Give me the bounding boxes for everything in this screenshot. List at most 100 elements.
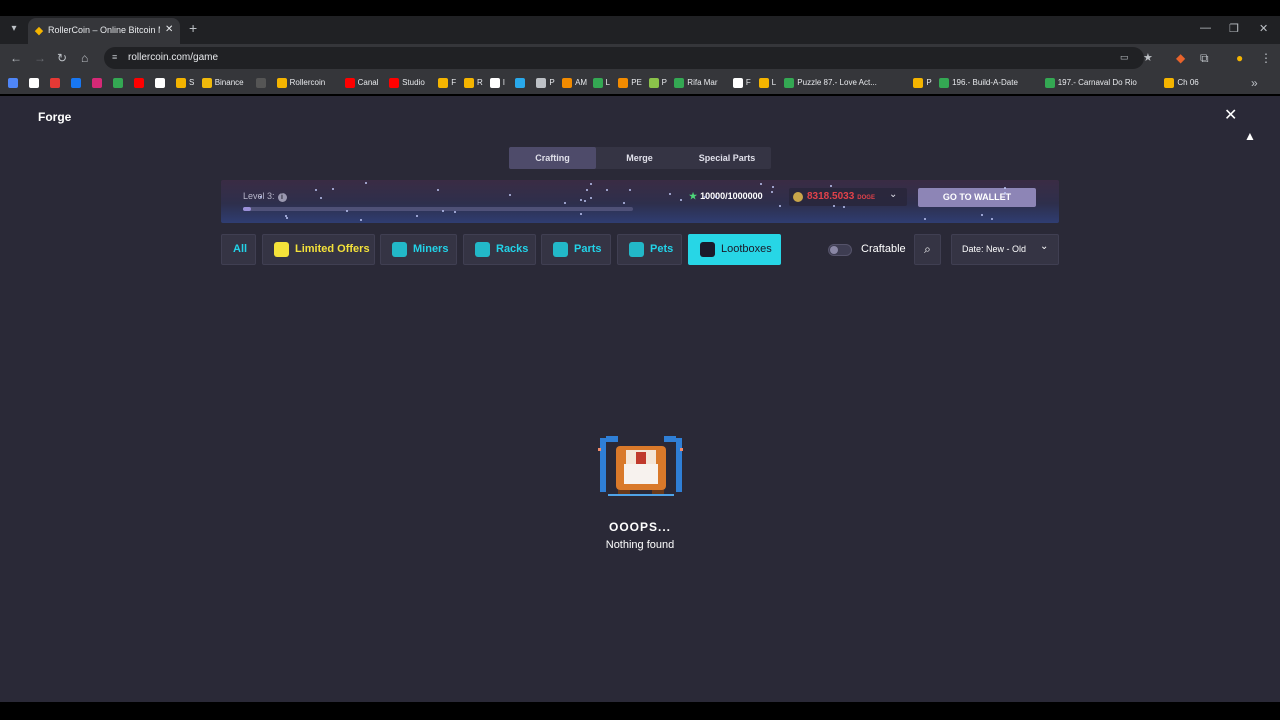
balance-selector[interactable]: 8318.5033 DOGE ⌄ xyxy=(789,188,907,206)
bookmark-favicon-icon xyxy=(1164,77,1175,88)
bookmark-item[interactable]: F xyxy=(438,76,456,90)
bookmark-item[interactable] xyxy=(8,76,21,90)
chevron-down-icon[interactable]: ⌄ xyxy=(1040,241,1048,252)
filter-all-label: All xyxy=(233,243,248,255)
home-icon[interactable]: ⌂ xyxy=(81,51,88,65)
bookmark-item[interactable]: R xyxy=(464,76,483,90)
extensions-icon[interactable]: ⧉ xyxy=(1200,51,1209,65)
bookmark-item[interactable]: P xyxy=(648,76,667,90)
install-app-icon[interactable]: ▭ xyxy=(1120,52,1129,63)
bookmark-favicon-icon xyxy=(489,77,500,88)
filter-racks-label: Racks xyxy=(496,243,529,255)
banner-star xyxy=(704,196,706,198)
banner-star xyxy=(580,213,582,215)
banner-star xyxy=(454,211,456,213)
tab-search-icon[interactable]: ▾ xyxy=(6,21,22,37)
bookmark-label: R xyxy=(477,78,483,87)
bookmark-item[interactable] xyxy=(29,76,42,90)
craftable-toggle[interactable] xyxy=(828,244,852,256)
banner-star xyxy=(315,189,317,191)
filter-lootboxes[interactable]: Lootboxes xyxy=(688,234,781,265)
filter-racks[interactable]: Racks xyxy=(463,234,536,265)
profile-avatar-icon[interactable]: ● xyxy=(1236,51,1243,65)
bookmark-label: P xyxy=(661,78,667,87)
bookmark-item[interactable]: Binance xyxy=(201,76,244,90)
info-icon[interactable]: i xyxy=(277,193,287,202)
new-tab-icon[interactable]: + xyxy=(189,21,197,35)
site-info-icon[interactable]: ≡ xyxy=(112,52,117,62)
reload-icon[interactable]: ↻ xyxy=(57,51,67,65)
filter-parts[interactable]: Parts xyxy=(541,234,611,265)
bookmark-item[interactable] xyxy=(155,76,168,90)
bookmark-item[interactable]: AM xyxy=(562,76,587,90)
banner-star xyxy=(346,210,348,212)
bookmark-item[interactable] xyxy=(113,76,126,90)
banner-star xyxy=(833,205,835,207)
bookmark-favicon-icon xyxy=(515,77,526,88)
restore-icon[interactable]: ❐ xyxy=(1229,22,1239,35)
bookmark-item[interactable]: Rifa Mar xyxy=(674,76,718,90)
bookmarks-bar: » S Binance Rollercoin Canal Studio F R I P AM L PE… xyxy=(0,72,1280,94)
bookmark-item[interactable] xyxy=(92,76,105,90)
browser-tab[interactable]: ◆ RollerCoin – Online Bitcoin Mi ✕ xyxy=(28,18,180,44)
chevron-down-icon[interactable]: ⌄ xyxy=(889,189,897,200)
bookmark-item[interactable]: 197.- Carnaval Do Rio xyxy=(1044,76,1137,90)
filter-all[interactable]: All xyxy=(221,234,256,265)
browser-menu-icon[interactable]: ⋮ xyxy=(1260,51,1272,65)
bookmark-item[interactable]: Rollercoin xyxy=(276,76,325,90)
bookmark-item[interactable] xyxy=(71,76,84,90)
search-icon[interactable]: ⌕ xyxy=(914,234,941,265)
bookmark-item[interactable]: Ch 06 xyxy=(1164,76,1199,90)
bookmark-favicon-icon xyxy=(29,77,39,88)
bookmark-item[interactable]: F xyxy=(732,76,751,90)
more-bookmarks-icon[interactable]: » xyxy=(1251,76,1258,90)
bookmark-item[interactable]: P xyxy=(913,76,932,90)
tab-close-icon[interactable]: ✕ xyxy=(165,24,173,35)
close-icon[interactable]: ✕ xyxy=(1224,108,1237,124)
bookmark-item[interactable]: PE xyxy=(618,76,642,90)
tab-merge[interactable]: Merge xyxy=(596,147,683,169)
window-close-icon[interactable]: ✕ xyxy=(1259,22,1268,35)
bookmark-item[interactable] xyxy=(515,76,528,90)
go-to-wallet-button[interactable]: GO TO WALLET xyxy=(918,188,1036,207)
filter-limited-offers[interactable]: Limited Offers xyxy=(262,234,375,265)
minimize-icon[interactable]: — xyxy=(1200,22,1211,34)
bookmark-item[interactable]: Studio xyxy=(389,76,425,90)
level-progress-bar xyxy=(243,207,633,211)
balance-amount: 8318.5033 xyxy=(807,191,855,202)
bookmark-favicon-icon xyxy=(758,77,769,88)
filter-parts-label: Parts xyxy=(574,243,602,255)
bookmark-star-icon[interactable]: ★ xyxy=(1143,51,1153,64)
bookmark-item[interactable]: I xyxy=(489,76,505,90)
bookmark-favicon-icon xyxy=(92,77,102,88)
bookmark-favicon-icon xyxy=(276,77,287,88)
filter-pets[interactable]: Pets xyxy=(617,234,682,265)
bookmark-favicon-icon xyxy=(134,77,144,88)
bookmark-item[interactable]: Puzzle 87.- Love Act... xyxy=(784,76,877,90)
banner-star xyxy=(606,189,608,191)
bookmark-item[interactable]: L xyxy=(592,76,610,90)
bookmark-item[interactable]: P xyxy=(536,76,555,90)
bookmark-item[interactable]: S xyxy=(176,76,194,90)
bookmark-item[interactable] xyxy=(255,76,269,90)
address-bar[interactable]: ≡ rollercoin.com/game ▭ ★ xyxy=(104,47,1153,69)
bookmark-favicon-icon xyxy=(1044,77,1055,88)
filter-miners[interactable]: Miners xyxy=(380,234,457,265)
tab-crafting[interactable]: Crafting xyxy=(509,147,596,169)
bookmark-item[interactable]: Canal xyxy=(344,76,379,90)
bookmark-label: Ch 06 xyxy=(1177,78,1199,87)
bookmark-item[interactable] xyxy=(134,76,147,90)
metamask-extension-icon[interactable]: ◆ xyxy=(1176,51,1185,65)
tab-special-parts[interactable]: Special Parts xyxy=(683,147,771,169)
sort-dropdown[interactable]: Date: New - Old ⌄ xyxy=(951,234,1059,265)
forward-icon[interactable]: → xyxy=(34,51,46,65)
balance-currency: DOGE xyxy=(857,195,875,201)
banner-star xyxy=(360,219,362,221)
banner-star xyxy=(416,215,418,217)
bookmark-item[interactable]: L xyxy=(758,76,776,90)
bookmark-item[interactable]: 196.- Build-A-Date xyxy=(939,76,1018,90)
banner-star xyxy=(509,194,511,196)
bookmark-favicon-icon xyxy=(592,77,603,88)
bookmark-item[interactable] xyxy=(50,76,63,90)
back-icon[interactable]: ← xyxy=(10,51,22,65)
